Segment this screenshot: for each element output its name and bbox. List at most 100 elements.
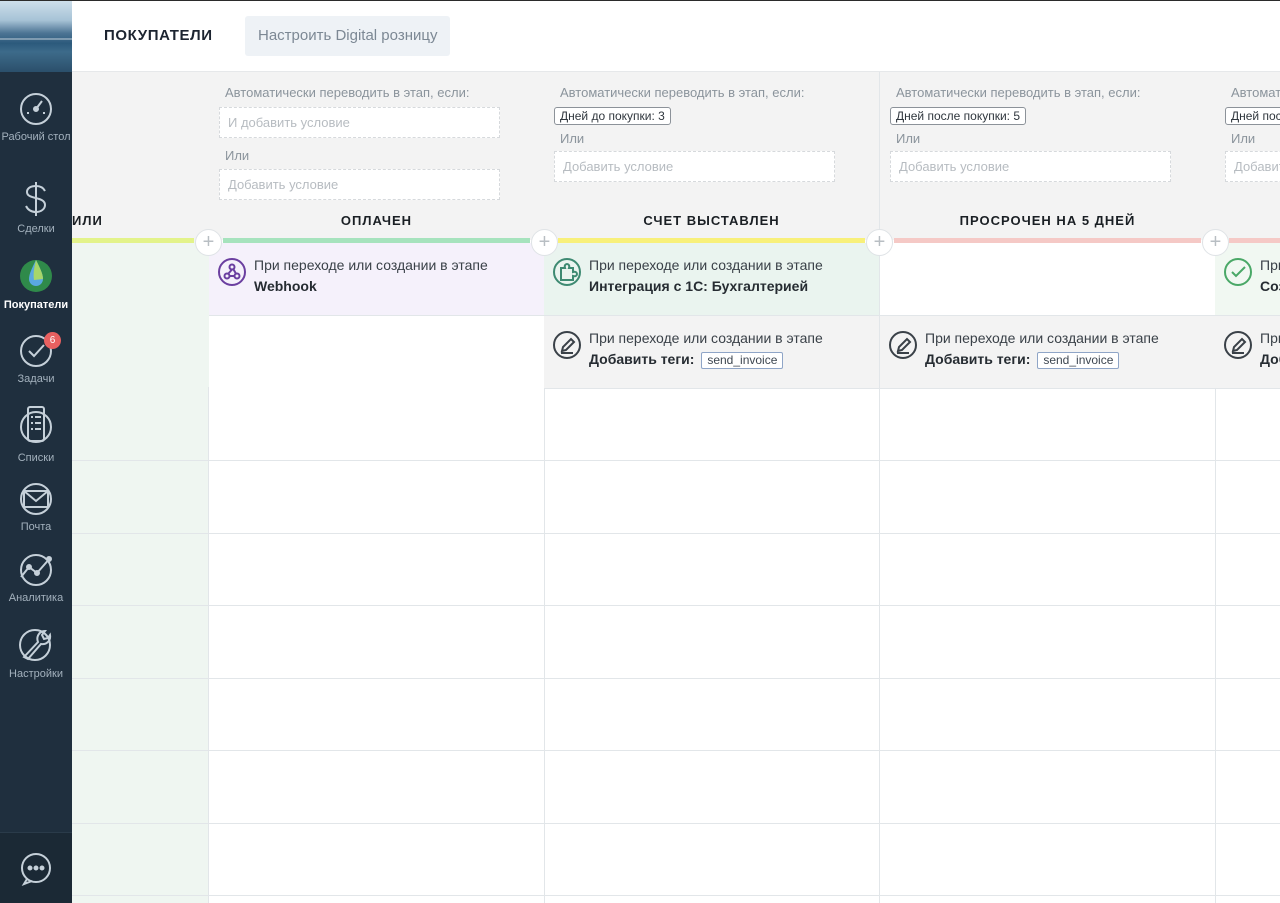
chat-icon xyxy=(21,853,51,886)
stage-name: СЧЕТ ВЫСТАВЛЕН xyxy=(643,213,780,228)
stage-column-next: Автоматически переводить в этап, если: Д… xyxy=(1215,72,1280,903)
trigger-action-name: Webhook xyxy=(254,278,317,294)
sidebar-item-settings[interactable]: Настройки xyxy=(0,625,72,681)
stage-color-strip xyxy=(72,238,194,243)
stage-column-previous: ИЛИ xyxy=(72,72,209,903)
row-divider xyxy=(72,605,1280,606)
add-condition-input[interactable]: Добавить условие xyxy=(1225,151,1280,182)
trigger-action: Добавить теги: send_invoice xyxy=(925,351,1215,369)
conditions-title: Автоматически переводить в этап, если: xyxy=(225,85,470,100)
add-condition-input[interactable]: Добавить условие xyxy=(219,169,500,200)
trigger-slot-empty[interactable] xyxy=(880,243,1215,316)
page-header: ПОКУПАТЕЛИ Настроить Digital розницу xyxy=(72,1,1280,72)
edit-icon xyxy=(553,331,581,359)
conditions-title: Автоматически переводить в этап, если: xyxy=(1231,85,1280,100)
row-divider xyxy=(72,678,1280,679)
sidebar-item-label: Задачи xyxy=(17,373,55,385)
trigger-action-name: Добавить теги: xyxy=(925,351,1031,367)
condition-tag-days-before[interactable]: Дней до покупки: 3 xyxy=(554,107,671,125)
dollar-icon xyxy=(25,182,47,216)
sidebar-item-customers[interactable]: Покупатели xyxy=(0,256,72,312)
stage-column-paid: Автоматически переводить в этап, если: И… xyxy=(209,72,545,903)
trigger-action-name: Добавить теги: xyxy=(589,351,695,367)
sidebar-item-analytics[interactable]: Аналитика xyxy=(0,553,72,605)
trigger-add-tags[interactable]: При переходе или создании в этапе Добави… xyxy=(1215,316,1280,389)
row-divider xyxy=(72,895,1280,896)
check-circle-icon xyxy=(1224,258,1252,286)
row-divider xyxy=(72,823,1280,824)
sidebar-item-deals[interactable]: Сделки xyxy=(0,180,72,236)
sidebar-item-lists[interactable]: Списки xyxy=(0,405,72,465)
sidebar-item-label: Настройки xyxy=(9,668,63,680)
edit-icon xyxy=(889,331,917,359)
mail-icon xyxy=(20,483,52,515)
webhook-icon xyxy=(218,258,246,286)
trigger-action: Добавить теги: send_invoice xyxy=(589,351,879,369)
or-label: Или xyxy=(896,131,921,146)
chat-launcher[interactable] xyxy=(0,832,72,903)
customers-icon xyxy=(20,260,52,292)
add-and-condition-input[interactable]: И добавить условие xyxy=(219,107,500,138)
page-title: ПОКУПАТЕЛИ xyxy=(104,27,213,44)
trigger-condition-text: При переходе или создании в этапе xyxy=(925,330,1159,346)
conditions-title: Автоматически переводить в этап, если: xyxy=(560,85,805,100)
sidebar-item-label: Рабочий стол xyxy=(1,131,71,143)
stage-column-invoice-issued: Автоматически переводить в этап, если: Д… xyxy=(544,72,880,903)
trigger-action-name: Добавить теги: xyxy=(1260,351,1280,367)
add-stage-button[interactable]: + xyxy=(195,229,222,256)
add-stage-button[interactable]: + xyxy=(531,229,558,256)
or-label: Или xyxy=(1231,131,1256,146)
wrench-icon xyxy=(19,629,52,661)
condition-tag-days-after[interactable]: Дней после покупки xyxy=(1225,107,1280,125)
trigger-condition-text: При переходе или создании в этапе xyxy=(589,330,823,346)
trigger-webhook[interactable]: При переходе или создании в этапе Webhoo… xyxy=(209,243,544,316)
trigger-add-tags[interactable]: При переходе или создании в этапе Добави… xyxy=(880,316,1215,389)
stage-column-overdue-5-days: Автоматически переводить в этап, если: Д… xyxy=(880,72,1216,903)
sidebar-item-label: Списки xyxy=(17,452,55,464)
conditions-title: Автоматически переводить в этап, если: xyxy=(896,85,1141,100)
sidebar-item-label: Аналитика xyxy=(8,592,64,604)
sidebar-item-dashboard[interactable]: Рабочий стол xyxy=(0,92,72,144)
trigger-condition-text: При переходе или создании в этапе xyxy=(1260,257,1280,273)
analytics-icon xyxy=(20,554,52,586)
add-condition-input[interactable]: Добавить условие xyxy=(554,151,835,182)
trigger-condition-text: При переходе или создании в этапе xyxy=(254,257,488,273)
pipeline-board: ИЛИ Автоматически переводить в этап, есл… xyxy=(72,72,1280,903)
dashboard-icon xyxy=(20,93,52,125)
stage-name: ИЛИ xyxy=(72,213,103,228)
window-top-border xyxy=(0,0,1280,1)
lists-icon xyxy=(20,406,52,443)
condition-tag-days-after[interactable]: Дней после покупки: 5 xyxy=(890,107,1026,125)
add-stage-button[interactable]: + xyxy=(1202,229,1229,256)
or-label: Или xyxy=(560,131,585,146)
add-condition-input[interactable]: Добавить условие xyxy=(890,151,1171,182)
trigger-condition-text: При переходе или создании в этапе xyxy=(589,257,823,273)
account-avatar-photo[interactable] xyxy=(0,0,72,72)
trigger-add-tags[interactable]: При переходе или создании в этапе Добави… xyxy=(544,316,879,389)
left-sidebar: Рабочий стол Сделки Покупатели 6 Задачи … xyxy=(0,0,72,903)
sidebar-item-mail[interactable]: Почта xyxy=(0,482,72,534)
trigger-condition-text: При переходе или создании в этапе xyxy=(1260,330,1280,346)
row-divider xyxy=(72,460,1280,461)
stage-name: ОПЛАЧЕН xyxy=(340,213,413,228)
sidebar-item-tasks[interactable]: 6 Задачи xyxy=(0,332,72,386)
add-stage-button[interactable]: + xyxy=(866,229,893,256)
tasks-count-badge: 6 xyxy=(44,332,61,349)
stage-name: ПРОСРОЧЕН НА 5 ДНЕЙ xyxy=(959,213,1136,228)
sidebar-item-label: Сделки xyxy=(17,223,55,235)
trigger-action-name: Интеграция с 1С: Бухгалтерией xyxy=(589,278,809,294)
or-label: Или xyxy=(225,148,250,163)
trigger-action-name: Создать задачу xyxy=(1260,278,1280,294)
trigger-create-task[interactable]: При переходе или создании в этапе Создат… xyxy=(1215,243,1280,316)
tag-chip: send_invoice xyxy=(1037,352,1120,369)
edit-icon xyxy=(1224,331,1252,359)
configure-digital-retail-button[interactable]: Настроить Digital розницу xyxy=(245,16,451,56)
tag-chip: send_invoice xyxy=(701,352,784,369)
auto-move-conditions: Автоматически переводить в этап, если: Д… xyxy=(1215,72,1280,240)
sidebar-item-label: Покупатели xyxy=(3,299,69,311)
trigger-1c-integration[interactable]: При переходе или создании в этапе Интегр… xyxy=(544,243,879,316)
row-divider xyxy=(72,750,1280,751)
puzzle-icon xyxy=(553,258,581,286)
row-divider xyxy=(72,533,1280,534)
sidebar-item-label: Почта xyxy=(20,521,52,533)
